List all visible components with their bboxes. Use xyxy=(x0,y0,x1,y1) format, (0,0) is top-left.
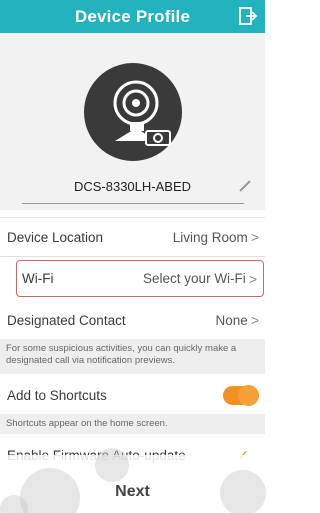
next-button[interactable]: Next xyxy=(0,483,265,501)
chevron-right-icon: > xyxy=(248,270,257,287)
contact-note: For some suspicious activities, you can … xyxy=(0,339,265,374)
decorative-bubble xyxy=(95,448,129,482)
edit-pencil-icon[interactable] xyxy=(239,180,251,192)
wifi-value: Select your Wi-Fi xyxy=(143,271,246,286)
divider xyxy=(0,256,265,257)
top-bar: Device Profile xyxy=(0,0,265,33)
device-location-value: Living Room xyxy=(172,229,248,245)
shortcuts-note: Shortcuts appear on the home screen. xyxy=(0,414,265,434)
wifi-row[interactable]: Wi-Fi Select your Wi-Fi > xyxy=(16,260,264,297)
chevron-right-icon: > xyxy=(250,229,259,245)
designated-contact-value: None xyxy=(215,312,248,328)
camera-icon xyxy=(113,80,171,146)
device-location-row[interactable]: Device Location Living Room > xyxy=(0,218,265,256)
designated-contact-row[interactable]: Designated Contact None > xyxy=(0,301,265,339)
designated-contact-label: Designated Contact xyxy=(7,312,126,328)
shortcuts-toggle[interactable] xyxy=(223,384,259,406)
device-location-label: Device Location xyxy=(7,229,104,245)
add-to-shortcuts-label: Add to Shortcuts xyxy=(7,387,107,403)
device-name: DCS-8330LH-ABED xyxy=(73,179,192,194)
name-underline xyxy=(22,203,244,204)
wifi-label: Wi-Fi xyxy=(22,271,54,286)
page-title: Device Profile xyxy=(74,6,191,26)
device-image[interactable] xyxy=(84,63,182,161)
add-to-shortcuts-row: Add to Shortcuts xyxy=(0,376,265,414)
chevron-right-icon: > xyxy=(250,312,259,328)
export-icon[interactable] xyxy=(237,6,257,26)
